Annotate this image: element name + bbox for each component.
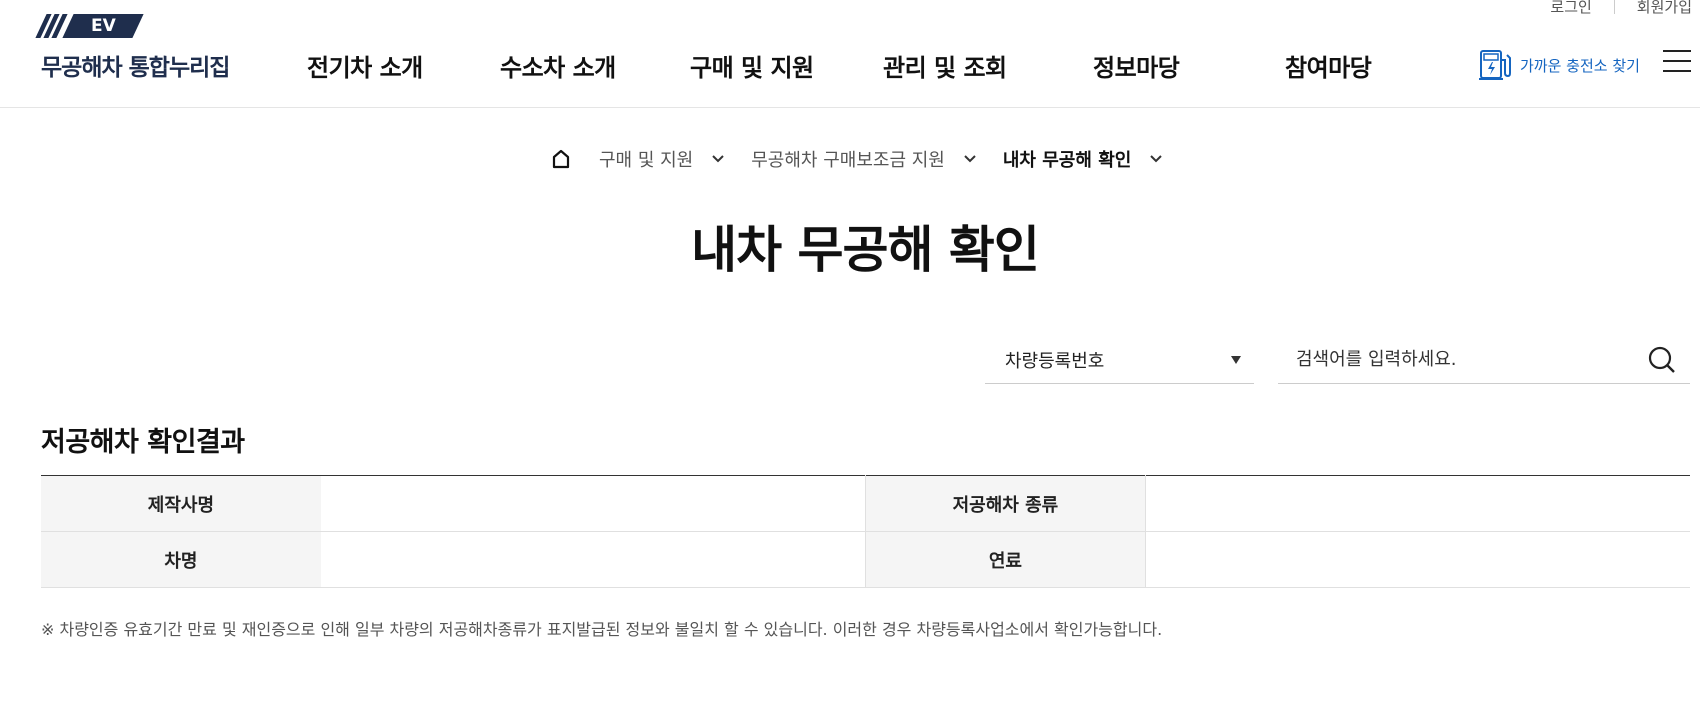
notice-text: ※ 차량인증 유효기간 만료 및 재인증으로 인해 일부 차량의 저공해차종류가… [41, 620, 1163, 639]
caret-down-icon [1231, 355, 1241, 364]
nav-info[interactable]: 정보마당 [1093, 48, 1180, 83]
result-table: 제작사명 저공해차 종류 차명 연료 [41, 475, 1690, 588]
breadcrumb-level2[interactable]: 무공해차 구매보조금 지원 [751, 146, 1003, 172]
fuel-value [1144, 531, 1690, 588]
chevron-down-icon [963, 154, 977, 164]
home-icon[interactable] [551, 149, 571, 169]
maker-label: 제작사명 [41, 475, 321, 532]
search-box [1278, 336, 1690, 384]
charger-icon [1479, 50, 1511, 80]
menu-button[interactable] [1663, 50, 1691, 74]
breadcrumb-current-label: 내차 무공해 확인 [1002, 150, 1132, 171]
breadcrumb: 구매 및 지원 무공해차 구매보조금 지원 내차 무공해 확인 [551, 146, 1163, 172]
chevron-down-icon [711, 154, 725, 164]
nav-participation[interactable]: 참여마당 [1285, 48, 1372, 83]
breadcrumb-level2-label: 무공해차 구매보조금 지원 [751, 150, 945, 171]
divider [1613, 0, 1615, 14]
site-logo[interactable]: EV 무공해차 통합누리집 [35, 14, 230, 82]
breadcrumb-level1-label: 구매 및 지원 [599, 150, 694, 171]
table-row: 차명 연료 [41, 531, 1690, 588]
page-title: 내차 무공해 확인 [691, 221, 1040, 279]
charger-label: 가까운 충전소 찾기 [1520, 56, 1640, 75]
logo-ev-badge: EV [62, 14, 144, 38]
utility-links: 로그인 회원가입 [1550, 0, 1692, 17]
breadcrumb-level1[interactable]: 구매 및 지원 [599, 146, 751, 172]
table-row: 제작사명 저공해차 종류 [41, 475, 1690, 532]
logo-badge-text: EV [90, 16, 116, 36]
model-label: 차명 [41, 531, 321, 588]
logo-mark: EV [35, 14, 229, 38]
result-section-title: 저공해차 확인결과 [41, 427, 245, 458]
nav-management[interactable]: 관리 및 조회 [883, 48, 1007, 83]
search-icon [1648, 346, 1675, 373]
chevron-down-icon [1149, 154, 1163, 164]
type-value [1144, 475, 1690, 532]
login-link[interactable]: 로그인 [1550, 0, 1591, 17]
breadcrumb-current[interactable]: 내차 무공해 확인 [1003, 146, 1163, 172]
type-label: 저공해차 종류 [864, 475, 1146, 532]
nav-ev-intro[interactable]: 전기차 소개 [307, 48, 423, 83]
maker-value [320, 475, 866, 532]
model-value [320, 531, 866, 588]
logo-name: 무공해차 통합누리집 [41, 55, 230, 81]
search-button[interactable] [1640, 338, 1684, 382]
nav-hydrogen-intro[interactable]: 수소차 소개 [500, 48, 616, 83]
nearby-charger-link[interactable]: 가까운 충전소 찾기 [1478, 48, 1640, 82]
fuel-label: 연료 [864, 531, 1146, 588]
site-header: 로그인 회원가입 EV 무공해차 통합누리집 전기차 소개 수소차 소개 구매 … [0, 0, 1700, 108]
nav-purchase-support[interactable]: 구매 및 지원 [690, 48, 814, 83]
logo-stripes [35, 14, 68, 38]
signup-link[interactable]: 회원가입 [1637, 0, 1692, 17]
search-type-value: 차량등록번호 [1005, 350, 1105, 372]
search-type-select[interactable]: 차량등록번호 [985, 336, 1254, 384]
search-input[interactable] [1278, 336, 1640, 383]
